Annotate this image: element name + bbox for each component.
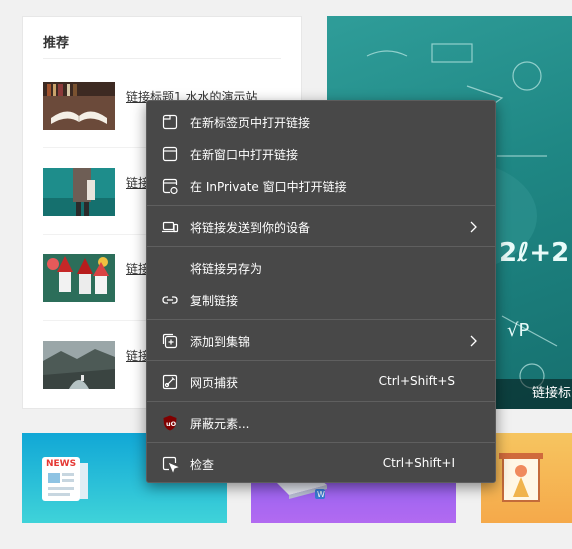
menu-item-block-element[interactable]: uO 屏蔽元素... (147, 409, 495, 437)
menu-separator (147, 360, 495, 361)
menu-item-label: 在新标签页中打开链接 (190, 116, 311, 130)
menu-item-label: 检查 (190, 458, 215, 472)
menu-item-open-new-window[interactable]: 在新窗口中打开链接 (147, 140, 495, 168)
ublock-icon: uO (161, 414, 179, 432)
context-menu: 在新标签页中打开链接 在新窗口中打开链接 在 InPrivate 窗口中打开链接 (146, 100, 496, 483)
recommend-title: 推荐 (43, 36, 70, 51)
menu-item-label: 在新窗口中打开链接 (190, 148, 299, 162)
menu-item-save-link-as[interactable]: 将链接另存为 (147, 254, 495, 282)
collections-icon (161, 332, 179, 350)
menu-item-add-to-collections[interactable]: 添加到集锦 (147, 327, 495, 355)
web-capture-icon (161, 373, 179, 391)
menu-item-open-new-tab[interactable]: 在新标签页中打开链接 (147, 108, 495, 136)
menu-item-web-capture[interactable]: 网页捕获 Ctrl+Shift+S (147, 368, 495, 396)
new-tab-icon (161, 113, 179, 131)
svg-text:W: W (317, 490, 325, 499)
news-label: NEWS (46, 459, 77, 469)
menu-item-label: 屏蔽元素... (190, 417, 250, 431)
menu-item-shortcut: Ctrl+Shift+S (378, 374, 455, 388)
chevron-right-icon (465, 219, 481, 235)
chevron-right-icon (465, 333, 481, 349)
news-icon: NEWS (42, 457, 90, 507)
menu-item-label: 在 InPrivate 窗口中打开链接 (190, 180, 347, 194)
new-window-icon (161, 145, 179, 163)
menu-item-label: 将链接发送到你的设备 (190, 221, 311, 235)
menu-separator (147, 319, 495, 320)
menu-separator (147, 246, 495, 247)
thumbnail-person[interactable] (43, 168, 115, 216)
menu-item-inspect[interactable]: 检查 Ctrl+Shift+I (147, 450, 495, 478)
menu-item-label: 网页捕获 (190, 376, 239, 390)
menu-item-copy-link[interactable]: 复制链接 (147, 286, 495, 314)
inprivate-window-icon (161, 177, 179, 195)
menu-item-shortcut: Ctrl+Shift+I (382, 456, 455, 470)
menu-separator (147, 442, 495, 443)
menu-item-label: 将链接另存为 (190, 262, 263, 276)
menu-item-label: 复制链接 (190, 294, 239, 308)
thumbnail-books[interactable] (43, 82, 115, 130)
send-to-device-icon (161, 218, 179, 236)
menu-item-open-inprivate[interactable]: 在 InPrivate 窗口中打开链接 (147, 172, 495, 200)
svg-text:2ℓ+2: 2ℓ+2 (499, 238, 569, 268)
thumbnail-gnomes[interactable] (43, 254, 115, 302)
menu-separator (147, 205, 495, 206)
svg-text:√P: √P (507, 320, 529, 341)
divider (43, 58, 281, 59)
menu-separator (147, 401, 495, 402)
thumbnail-landscape[interactable] (43, 341, 115, 389)
inspect-icon (161, 455, 179, 473)
menu-item-send-to-device[interactable]: 将链接发送到你的设备 (147, 213, 495, 241)
menu-item-label: 添加到集锦 (190, 335, 251, 349)
svg-text:uO: uO (166, 420, 177, 428)
presentation-icon (499, 451, 547, 511)
copy-link-icon (161, 291, 179, 309)
